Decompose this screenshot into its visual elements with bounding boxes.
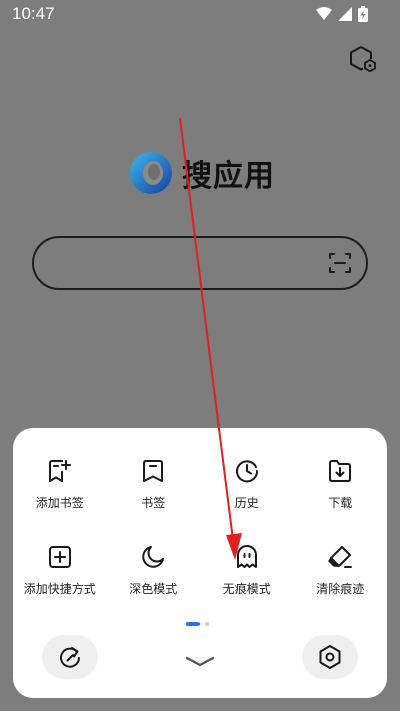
status-icons: [316, 6, 368, 22]
menu-row: 添加书签 书签 历史 下载: [13, 458, 387, 544]
status-bar: 10:47: [0, 0, 400, 28]
moon-icon: [142, 546, 165, 568]
download-folder-icon: [329, 460, 352, 482]
menu-item-downloads[interactable]: 下载: [294, 458, 388, 544]
app-logo: 搜应用: [128, 150, 275, 196]
battery-charging-icon: [358, 6, 368, 22]
menu-item-add-shortcut[interactable]: 添加快捷方式: [13, 544, 107, 630]
menu-item-incognito-mode[interactable]: 无痕模式: [200, 544, 294, 630]
page-indicator: [186, 622, 209, 626]
search-input[interactable]: [52, 238, 322, 288]
cellular-icon: [338, 7, 352, 21]
menu-grid: 添加书签 书签 历史 下载 添加快捷方式 深色模式 无痕模式 清除痕迹: [13, 458, 387, 630]
logo-ring-icon: [130, 152, 172, 194]
menu-item-dark-mode[interactable]: 深色模式: [107, 544, 201, 630]
bookmark-add-icon: [48, 460, 71, 482]
menu-item-label: 书签: [141, 496, 166, 510]
menu-item-label: 无痕模式: [222, 582, 271, 596]
menu-item-history[interactable]: 历史: [200, 458, 294, 544]
menu-item-label: 添加书签: [35, 496, 84, 510]
menu-sheet: 添加书签 书签 历史 下载 添加快捷方式 深色模式 无痕模式 清除痕迹: [13, 428, 387, 698]
menu-row: 添加快捷方式 深色模式 无痕模式 清除痕迹: [13, 544, 387, 630]
bookmark-icon: [143, 460, 164, 482]
page-dot-active: [186, 622, 200, 626]
screen: 10:47 搜应用 添加书签 书签 历史 下载 添加快捷方式 深色模式 无痕模式…: [0, 0, 400, 711]
wifi-icon: [316, 7, 332, 20]
menu-item-label: 清除痕迹: [316, 582, 365, 596]
eraser-icon: [328, 546, 353, 568]
history-clock-icon: [235, 460, 258, 483]
chevron-down-icon[interactable]: [184, 654, 216, 670]
menu-item-label: 历史: [234, 496, 259, 510]
menu-item-clear-traces[interactable]: 清除痕迹: [294, 544, 388, 630]
menu-item-bookmarks[interactable]: 书签: [107, 458, 201, 544]
settings-hexagon-icon: [319, 645, 341, 669]
menu-item-label: 深色模式: [129, 582, 178, 596]
page-dot: [205, 622, 209, 626]
add-shortcut-icon: [48, 546, 71, 568]
scan-icon[interactable]: [328, 251, 352, 275]
shield-hexagon-icon[interactable]: [348, 44, 378, 74]
menu-item-label: 添加快捷方式: [23, 582, 96, 596]
status-time: 10:47: [12, 4, 55, 23]
menu-item-label: 下载: [328, 496, 353, 510]
ghost-icon: [236, 545, 257, 568]
refresh-icon: [60, 647, 80, 668]
refresh-button[interactable]: [42, 635, 98, 679]
settings-button[interactable]: [302, 635, 358, 679]
app-name: 搜应用: [182, 159, 275, 194]
search-bar[interactable]: [32, 236, 368, 290]
menu-item-add-bookmark[interactable]: 添加书签: [13, 458, 107, 544]
